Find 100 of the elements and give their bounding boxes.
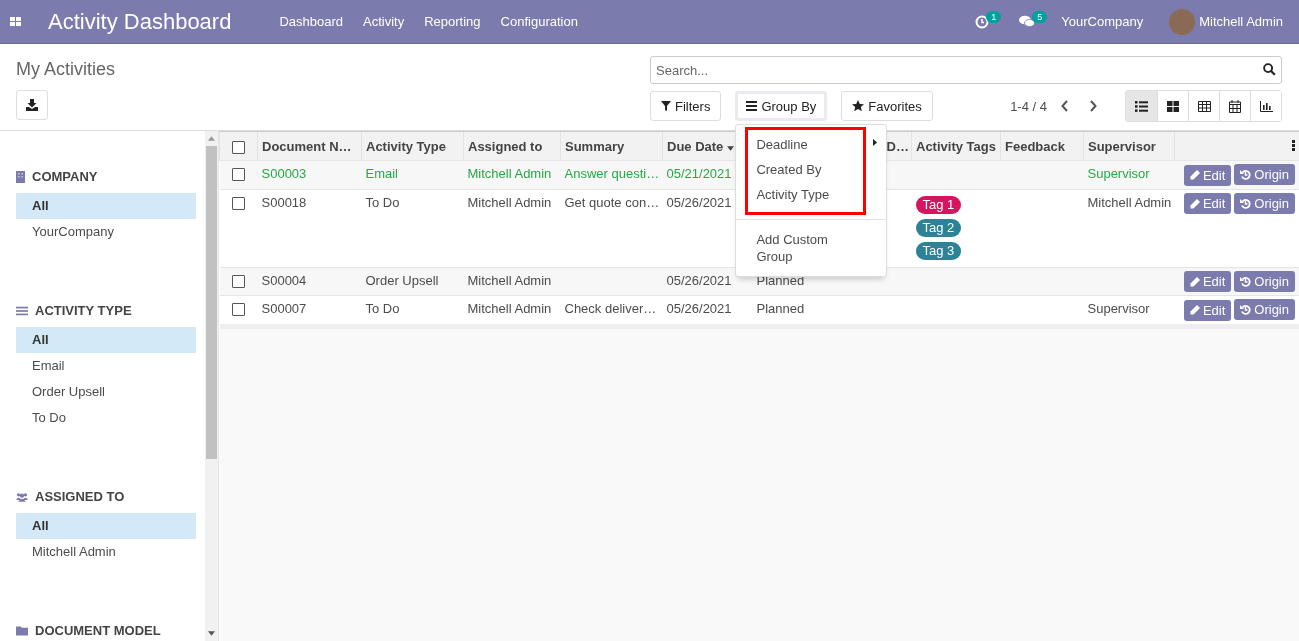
filter-item[interactable]: Order Upsell	[16, 379, 196, 405]
pencil-icon	[1189, 276, 1200, 287]
table-cell: Order Upsell	[365, 272, 439, 288]
group-by-option[interactable]: Deadline	[748, 132, 864, 157]
folder-icon	[16, 625, 28, 636]
column-header[interactable]: D…	[886, 138, 909, 154]
origin-button[interactable]: Origin	[1234, 164, 1295, 185]
search-icon[interactable]	[1263, 63, 1276, 76]
list-view-button[interactable]	[1126, 91, 1157, 121]
scrollbar-thumb[interactable]	[206, 146, 217, 459]
calendar-icon	[1229, 99, 1241, 113]
edit-button[interactable]: Edit	[1183, 193, 1232, 214]
previous-icon[interactable]	[1061, 100, 1069, 112]
list-icon	[16, 305, 28, 316]
origin-button[interactable]: Origin	[1234, 192, 1295, 214]
group-by-button[interactable]: Group By	[735, 91, 828, 121]
filter-section-title: ASSIGNED TO	[35, 489, 125, 504]
funnel-icon	[661, 101, 671, 111]
table-cell: Mitchell Admin	[467, 166, 552, 181]
history-icon	[1240, 197, 1252, 209]
table-cell: Mitchell Admin	[467, 301, 552, 316]
history-icon	[1240, 169, 1252, 180]
table-cell: Planned	[756, 301, 805, 316]
grid-icon	[1167, 100, 1179, 112]
bar-chart-icon	[1259, 100, 1273, 112]
row-checkbox[interactable]	[232, 196, 245, 210]
download-icon	[26, 99, 38, 111]
favorites-button[interactable]: Favorites	[841, 91, 933, 121]
star-icon	[852, 100, 865, 112]
pencil-icon	[1189, 305, 1200, 315]
edit-button[interactable]: Edit	[1183, 164, 1232, 186]
activity-count-badge: 1	[986, 10, 1002, 23]
group-by-option[interactable]: Created By	[748, 157, 864, 182]
table-cell: 05/21/2021	[666, 166, 732, 181]
list-view-icon	[1135, 100, 1148, 112]
user-menu[interactable]: Mitchell Admin	[1199, 14, 1283, 29]
group-by-option[interactable]: Activity Type	[748, 182, 864, 207]
menu-item[interactable]: Dashboard	[279, 14, 344, 29]
tag-badge: Tag 1	[915, 195, 962, 214]
download-button[interactable]	[16, 90, 48, 120]
row-checkbox[interactable]	[232, 303, 245, 317]
search-field[interactable]: Search...	[650, 56, 1282, 84]
row-checkbox[interactable]	[232, 274, 245, 288]
menu-item[interactable]: Configuration	[500, 14, 578, 29]
filter-item[interactable]: Email	[16, 353, 196, 379]
filter-item[interactable]: To Do	[16, 405, 196, 431]
message-count-badge: 5	[1032, 10, 1048, 23]
filter-section-title: ACTIVITY TYPE	[35, 303, 132, 318]
table-cell: Mitchell Admin	[467, 194, 552, 210]
table-cell: S00004	[261, 272, 307, 288]
table-cell: Supervisor	[1087, 301, 1150, 316]
filter-section-title: DOCUMENT MODEL	[35, 623, 161, 638]
page-title: My Activities	[16, 59, 116, 80]
bars-icon	[746, 101, 758, 111]
apps-grid-icon[interactable]	[10, 16, 22, 27]
table-cell: To Do	[365, 301, 400, 316]
table-cell: S00003	[261, 166, 307, 181]
users-icon	[16, 491, 28, 502]
filter-item[interactable]: All	[16, 193, 196, 219]
origin-button[interactable]: Origin	[1234, 299, 1295, 320]
origin-button[interactable]: Origin	[1234, 270, 1295, 292]
filters-button[interactable]: Filters	[650, 91, 722, 121]
company-switcher[interactable]: YourCompany	[1061, 14, 1144, 29]
pencil-icon	[1189, 198, 1200, 209]
table-cell: To Do	[365, 194, 400, 210]
chat-bubbles-icon[interactable]	[1019, 15, 1036, 28]
building-icon	[16, 170, 25, 183]
table-cell: 05/26/2021	[666, 301, 732, 316]
column-options-icon[interactable]	[1292, 139, 1295, 151]
filter-item[interactable]: YourCompany	[16, 219, 196, 245]
sort-caret-icon	[727, 145, 735, 151]
edit-button[interactable]: Edit	[1183, 271, 1232, 292]
menu-item[interactable]: Activity	[363, 14, 405, 29]
row-checkbox[interactable]	[232, 168, 245, 182]
table-icon	[1197, 100, 1211, 112]
table-cell: Supervisor	[1087, 166, 1150, 181]
table-cell: S00007	[261, 301, 307, 316]
filter-item[interactable]: All	[16, 513, 196, 539]
caret-icon	[873, 139, 878, 146]
next-icon[interactable]	[1089, 100, 1097, 112]
table-cell: 05/26/2021	[666, 194, 732, 210]
history-icon	[1240, 275, 1252, 287]
pencil-icon	[1189, 170, 1200, 180]
menu-item[interactable]: Reporting	[424, 14, 481, 29]
history-icon	[1240, 304, 1252, 315]
filter-item[interactable]: Mitchell Admin	[16, 539, 196, 565]
table-cell: Get quote con…	[564, 194, 660, 210]
table-cell: Mitchell Admin	[1087, 194, 1172, 210]
add-custom-group-option[interactable]: Add Custom Group	[736, 227, 887, 269]
scroll-down-icon[interactable]	[208, 631, 215, 636]
table-cell: S00018	[261, 194, 307, 210]
tag-badge: Tag 3	[915, 241, 962, 260]
tag-badge: Tag 2	[915, 218, 962, 237]
activity-clock-icon[interactable]	[975, 14, 990, 29]
edit-button[interactable]: Edit	[1183, 299, 1232, 321]
filter-item[interactable]: All	[16, 327, 196, 353]
graph-view-button[interactable]	[1250, 91, 1281, 121]
app-title: Activity Dashboard	[48, 8, 232, 35]
select-all-checkbox[interactable]	[232, 140, 245, 154]
table-cell: Mitchell Admin	[467, 272, 552, 288]
